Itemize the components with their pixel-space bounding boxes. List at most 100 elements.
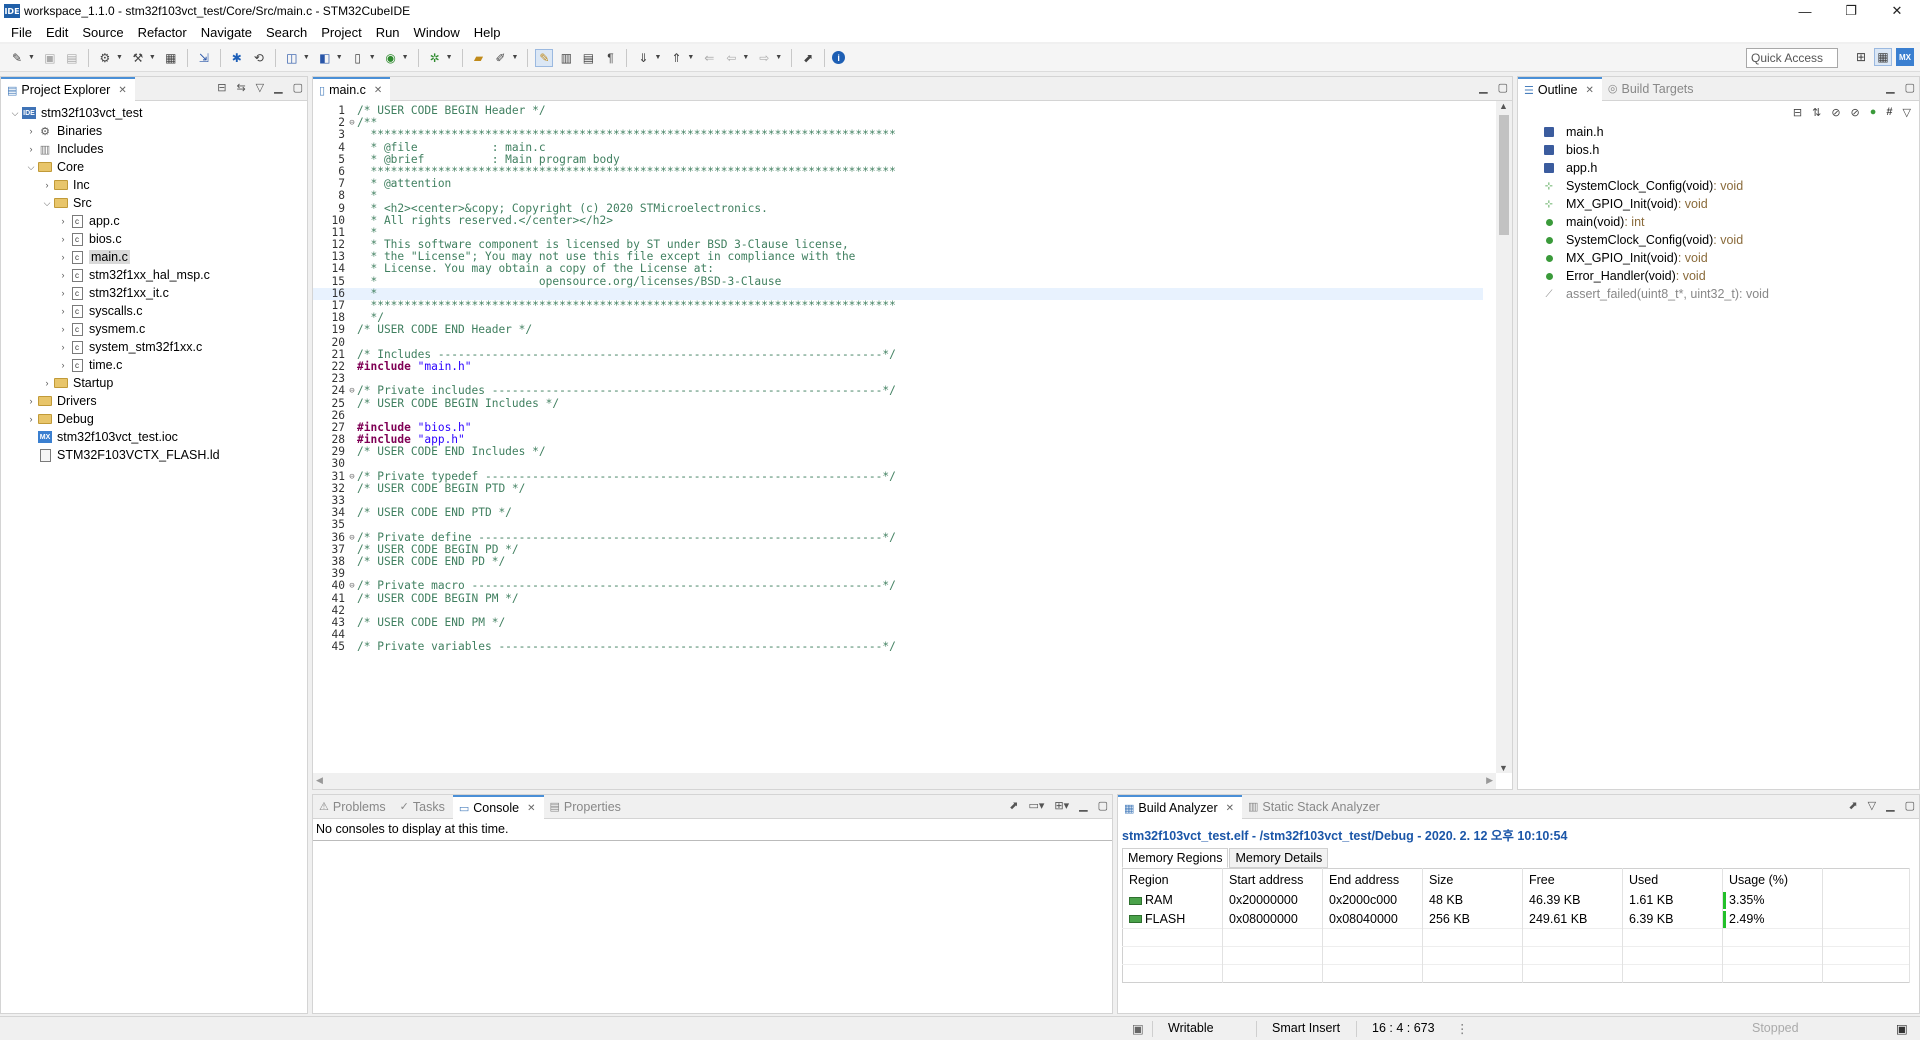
collapsed-chevron-icon[interactable]: › [25, 144, 37, 154]
build-hammer-icon[interactable]: ⚒ [129, 49, 147, 67]
expanded-chevron-icon[interactable]: ⌵ [9, 108, 21, 119]
tree-item[interactable]: › c bios.c [3, 230, 307, 248]
tree-item[interactable]: › c app.c [3, 212, 307, 230]
code-line[interactable]: 21/* Includes --------------------------… [313, 348, 1483, 361]
tab-build-targets[interactable]: ◎ Build Targets [1602, 77, 1702, 101]
menu-help[interactable]: Help [467, 25, 508, 40]
device-config-icon[interactable]: ▦ [162, 49, 180, 67]
code-line[interactable]: 17 *************************************… [313, 299, 1483, 312]
run-debug-icon[interactable]: ◉ [382, 49, 400, 67]
scroll-up-icon[interactable]: ▲ [1499, 101, 1508, 111]
toggle-block-icon[interactable]: ▥ [557, 49, 575, 67]
link-editor-icon[interactable]: ⇆ [236, 81, 245, 94]
maximize-icon[interactable]: ▢ [1905, 81, 1915, 94]
fold-toggle-icon[interactable]: ⊖ [347, 385, 357, 397]
tree-item[interactable]: › c stm32f1xx_it.c [3, 284, 307, 302]
tree-item[interactable]: ⌵ IDE stm32f103vct_test [3, 104, 307, 122]
collapsed-chevron-icon[interactable]: › [25, 396, 37, 406]
collapsed-chevron-icon[interactable]: › [25, 126, 37, 136]
forward-icon[interactable]: ⇨ [755, 49, 773, 67]
scroll-thumb[interactable] [1499, 115, 1509, 235]
code-line[interactable]: 9 * <h2><center>&copy; Copyright (c) 202… [313, 202, 1483, 215]
col-usage[interactable]: Usage (%) [1722, 868, 1823, 891]
close-icon[interactable]: ✕ [118, 85, 126, 96]
code-line[interactable]: 45 /* Private variables -----------------… [313, 641, 1483, 653]
tree-item[interactable]: MX stm32f103vct_test.ioc [3, 428, 307, 446]
tab-tasks[interactable]: ✓ Tasks [394, 795, 453, 819]
pin-editor-icon[interactable]: ⬈ [799, 49, 817, 67]
code-line[interactable]: 41 /* USER CODE BEGIN PM */ [313, 592, 1483, 605]
code-line[interactable]: 8 * [313, 190, 1483, 202]
search-dropdown-icon[interactable]: ▼ [512, 54, 519, 61]
collapse-all-icon[interactable]: ⊟ [217, 81, 226, 94]
tab-console[interactable]: ▭ Console ✕ [452, 794, 544, 820]
progress-view-icon[interactable]: ▣ [1896, 1021, 1908, 1036]
tab-memory-details[interactable]: Memory Details [1229, 848, 1329, 868]
code-line[interactable]: 27 #include "bios.h" [313, 421, 1483, 434]
menu-edit[interactable]: Edit [39, 25, 75, 40]
outline-item[interactable]: ⊹ MX_GPIO_Init(void) : void [1542, 195, 1919, 213]
build-dropdown-icon[interactable]: ▼ [149, 54, 156, 61]
collapsed-chevron-icon[interactable]: › [41, 180, 53, 190]
run-dropdown-icon[interactable]: ▼ [446, 54, 453, 61]
tree-item[interactable]: › ▥ Includes [3, 140, 307, 158]
word-wrap-icon[interactable]: ▤ [579, 49, 597, 67]
memory-region-row[interactable]: FLASH 0x08000000 0x08040000 256 KB 249.61 KB… [1122, 909, 1910, 929]
code-line[interactable]: 40 ⊖/* Private macro --------------------… [313, 580, 1483, 592]
tree-item[interactable]: › Drivers [3, 392, 307, 410]
menu-search[interactable]: Search [259, 25, 314, 40]
col-start-address[interactable]: Start address [1222, 868, 1323, 891]
tab-properties[interactable]: ▤ Properties [544, 795, 629, 819]
close-icon[interactable]: ✕ [1226, 803, 1234, 814]
tree-item[interactable]: › c sysmem.c [3, 320, 307, 338]
collapsed-chevron-icon[interactable]: › [57, 342, 69, 352]
c-cpp-perspective-icon[interactable]: ▦ [1874, 48, 1892, 66]
menu-navigate[interactable]: Navigate [194, 25, 259, 40]
save-all-icon[interactable]: ▤ [63, 49, 81, 67]
prev-annotation-icon[interactable]: ⇑ [667, 49, 685, 67]
hide-macro-icon[interactable]: # [1886, 106, 1892, 118]
code-line[interactable]: 24 ⊖/* Private includes -----------------… [313, 385, 1483, 397]
outline-item[interactable]: SystemClock_Config(void) : void [1542, 231, 1919, 249]
hide-fields-icon[interactable]: ⊘ [1831, 106, 1840, 119]
view-menu-icon[interactable]: ▽ [1903, 106, 1911, 119]
code-line[interactable]: 36 ⊖/* Private define -------------------… [313, 531, 1483, 544]
tree-item[interactable]: › ⚙ Binaries [3, 122, 307, 140]
menu-source[interactable]: Source [75, 25, 130, 40]
scroll-right-icon[interactable]: ▶ [1486, 775, 1493, 786]
expanded-chevron-icon[interactable]: ⌵ [25, 162, 37, 173]
collapsed-chevron-icon[interactable]: › [57, 216, 69, 226]
sort-icon[interactable]: ⇅ [1812, 106, 1821, 119]
tree-item[interactable]: › c main.c [3, 248, 307, 266]
back-icon[interactable]: ⇦ [722, 49, 740, 67]
code-line[interactable]: 6 **************************************… [313, 165, 1483, 178]
close-icon[interactable]: ✕ [374, 85, 382, 96]
outline-item[interactable]: app.h [1542, 159, 1919, 177]
code-line[interactable]: 3 **************************************… [313, 129, 1483, 141]
collapsed-chevron-icon[interactable]: › [57, 252, 69, 262]
search-tool-icon[interactable]: ✐ [492, 49, 510, 67]
minimize-button[interactable]: — [1782, 0, 1828, 22]
new-file-dropdown-icon[interactable]: ▼ [369, 54, 376, 61]
open-element-icon[interactable]: ▰ [470, 49, 488, 67]
code-line[interactable]: 10 * All rights reserved.</center></h2> [313, 214, 1483, 227]
collapsed-chevron-icon[interactable]: › [57, 306, 69, 316]
close-icon[interactable]: ✕ [1585, 85, 1593, 96]
maximize-icon[interactable]: ▢ [1098, 799, 1108, 812]
reset-icon[interactable]: ⟲ [250, 49, 268, 67]
open-console-icon[interactable]: ⊞▾ [1054, 799, 1069, 812]
hide-non-public-icon[interactable]: ● [1870, 106, 1877, 118]
minimize-icon[interactable]: ▁ [274, 81, 282, 94]
quick-access-input[interactable]: Quick Access [1746, 48, 1838, 68]
menu-file[interactable]: File [4, 25, 39, 40]
tab-problems[interactable]: ⚠ Problems [313, 795, 394, 819]
outline-item[interactable]: MX_GPIO_Init(void) : void [1542, 249, 1919, 267]
build-config-icon[interactable]: ⚙ [96, 49, 114, 67]
collapsed-chevron-icon[interactable]: › [57, 288, 69, 298]
menu-refactor[interactable]: Refactor [131, 25, 194, 40]
tree-item[interactable]: › c stm32f1xx_hal_msp.c [3, 266, 307, 284]
col-free[interactable]: Free [1522, 868, 1623, 891]
minimize-icon[interactable]: ▁ [1479, 81, 1487, 94]
run-icon[interactable]: ✲ [426, 49, 444, 67]
code-line[interactable]: 32/* USER CODE BEGIN PTD */ [313, 482, 1483, 495]
